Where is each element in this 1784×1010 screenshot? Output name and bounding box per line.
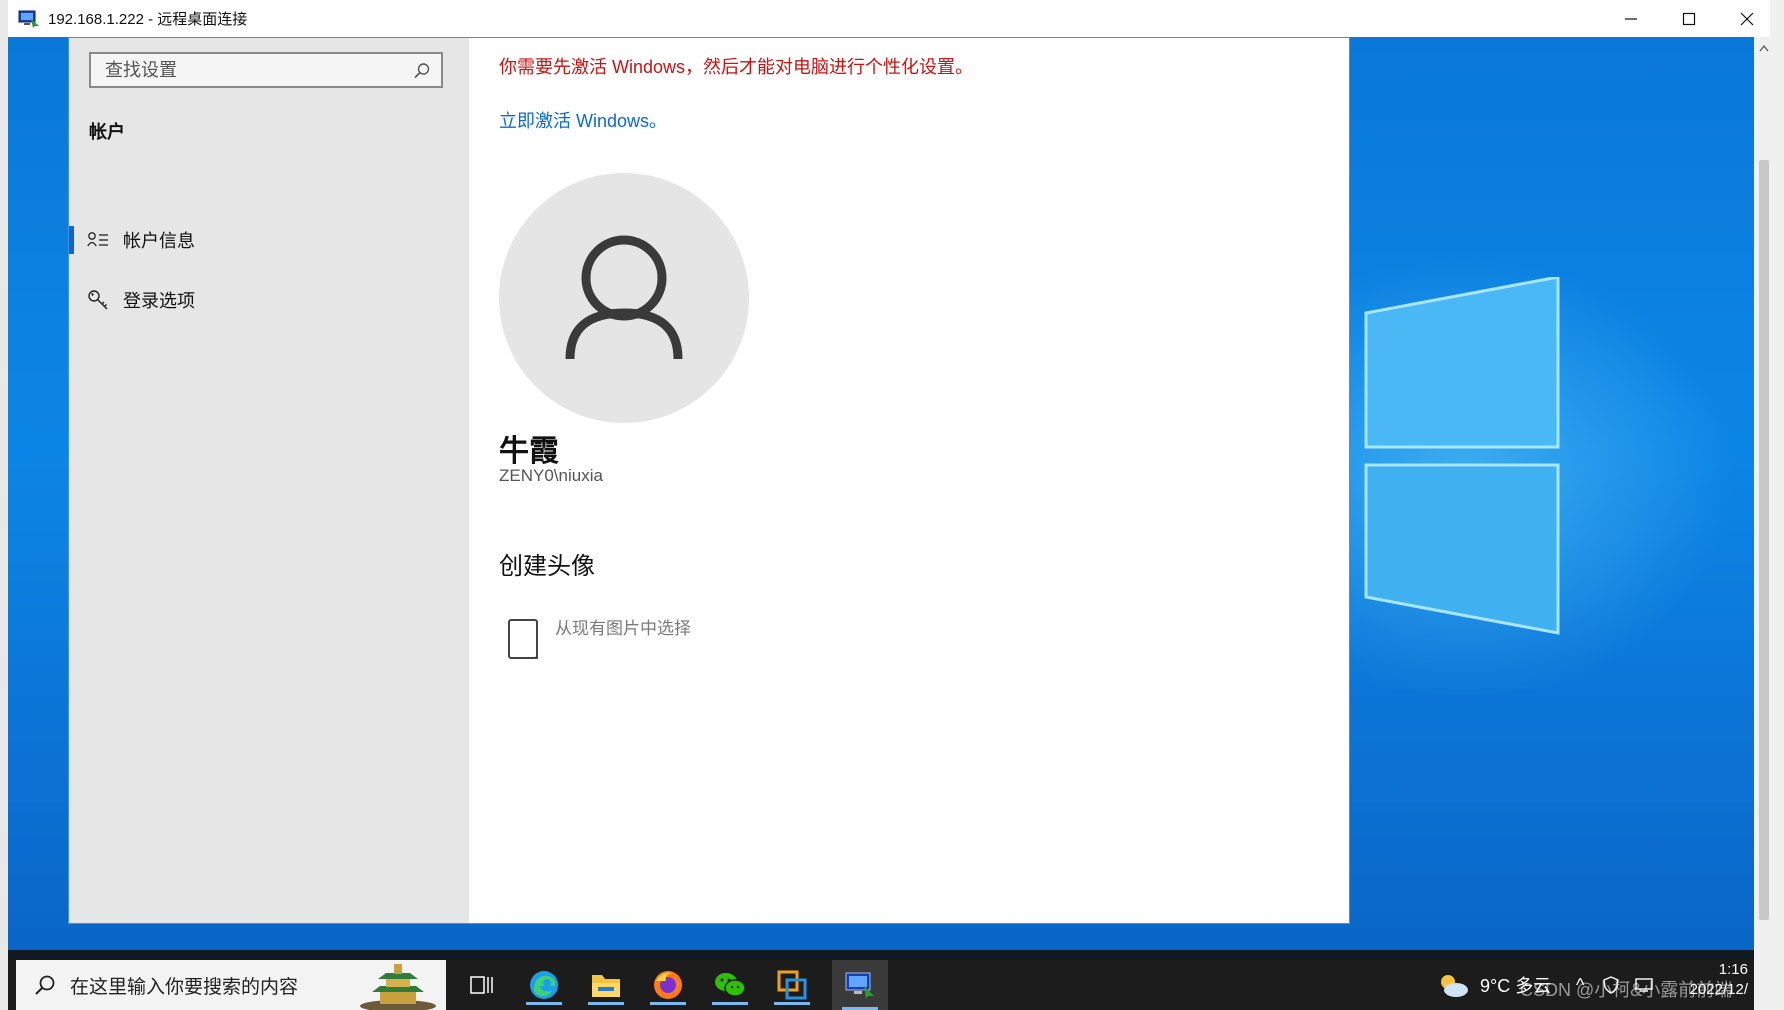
taskbar-edge-button[interactable] [522, 965, 566, 1005]
account-info-icon [87, 230, 109, 250]
firefox-icon [654, 971, 682, 999]
minimize-icon [1625, 17, 1637, 20]
user-display-name: 牛霞 [499, 435, 559, 468]
taskbar-firefox-button[interactable] [646, 965, 690, 1005]
sidebar-heading: 帐户 [89, 122, 125, 142]
taskbar-file-explorer-button[interactable] [584, 965, 628, 1005]
maximize-button[interactable] [1660, 0, 1718, 37]
taskbar-search-text: 在这里输入你要搜索的内容 [70, 976, 299, 998]
search-highlight-icon [360, 964, 436, 1010]
nav-item-account-info[interactable]: 帐户信息 [69, 218, 469, 262]
activation-warning: 你需要先激活 Windows，然后才能对电脑进行个性化设置。 [499, 57, 974, 77]
wechat-icon [715, 973, 746, 997]
search-icon [35, 975, 55, 995]
taskbar-search-box[interactable]: 在这里输入你要搜索的内容 [16, 960, 446, 1010]
scroll-up-button[interactable] [1756, 40, 1772, 56]
settings-main-content: 你需要先激活 Windows，然后才能对电脑进行个性化设置。 立即激活 Wind… [469, 38, 1349, 923]
taskbar: 在这里输入你要搜索的内容 9°C 多云 ^ 1:16 2022/12/ [8, 950, 1754, 1010]
running-indicator [526, 1002, 562, 1005]
search-icon[interactable] [413, 62, 431, 80]
file-icon [508, 619, 538, 659]
watermark: CSDN @小柯&小露前前端 [1520, 980, 1733, 1000]
host-window-edge [0, 0, 8, 1010]
user-icon [565, 235, 683, 360]
close-button[interactable] [1718, 0, 1776, 37]
edge-icon [530, 971, 558, 999]
minimize-button[interactable] [1602, 0, 1660, 37]
file-explorer-icon [592, 975, 620, 997]
windows-logo-wallpaper [1364, 277, 1560, 635]
nav-label-sign-in-options: 登录选项 [123, 291, 195, 311]
running-indicator [588, 1002, 624, 1005]
vmware-icon [777, 970, 807, 1000]
avatar [499, 173, 749, 423]
close-icon [1740, 12, 1754, 25]
remote-desktop-icon [845, 972, 874, 999]
scroll-thumb[interactable] [1759, 160, 1769, 920]
active-indicator [69, 226, 74, 254]
browse-photo-label: 从现有图片中选择 [555, 619, 691, 638]
cloudy-weather-icon [1441, 975, 1468, 997]
rdp-window-title: 192.168.1.222 - 远程桌面连接 [48, 11, 248, 28]
nav-item-sign-in-options[interactable]: 登录选项 [69, 278, 469, 322]
create-avatar-heading: 创建头像 [499, 553, 595, 580]
chevron-up-icon [1759, 44, 1769, 52]
task-view-button[interactable] [460, 965, 504, 1005]
rdp-titlebar[interactable]: 192.168.1.222 - 远程桌面连接 [8, 0, 1770, 38]
nav-label-account-info: 帐户信息 [123, 231, 195, 251]
taskbar-vmware-button[interactable] [770, 965, 814, 1005]
taskbar-remote-desktop-button[interactable] [832, 960, 888, 1010]
maximize-icon [1682, 12, 1696, 25]
activate-windows-link[interactable]: 立即激活 Windows。 [499, 107, 667, 133]
running-indicator [650, 1002, 686, 1005]
browse-photo-button[interactable]: 从现有图片中选择 [499, 614, 691, 660]
settings-sidebar: 帐户 帐户信息 [69, 38, 469, 923]
taskbar-wechat-button[interactable] [708, 965, 752, 1005]
taskbar-edge [8, 950, 1754, 960]
task-view-icon [470, 976, 493, 994]
user-account-id: ZENY0\niuxia [499, 466, 603, 485]
search-box[interactable] [89, 52, 443, 88]
remote-desktop-app-icon [18, 10, 39, 28]
running-indicator [774, 1002, 810, 1005]
vertical-scrollbar[interactable] [1756, 40, 1772, 950]
running-indicator [712, 1002, 748, 1005]
key-icon [87, 290, 109, 310]
search-input[interactable] [103, 58, 407, 82]
settings-window: 帐户 帐户信息 [68, 37, 1350, 924]
